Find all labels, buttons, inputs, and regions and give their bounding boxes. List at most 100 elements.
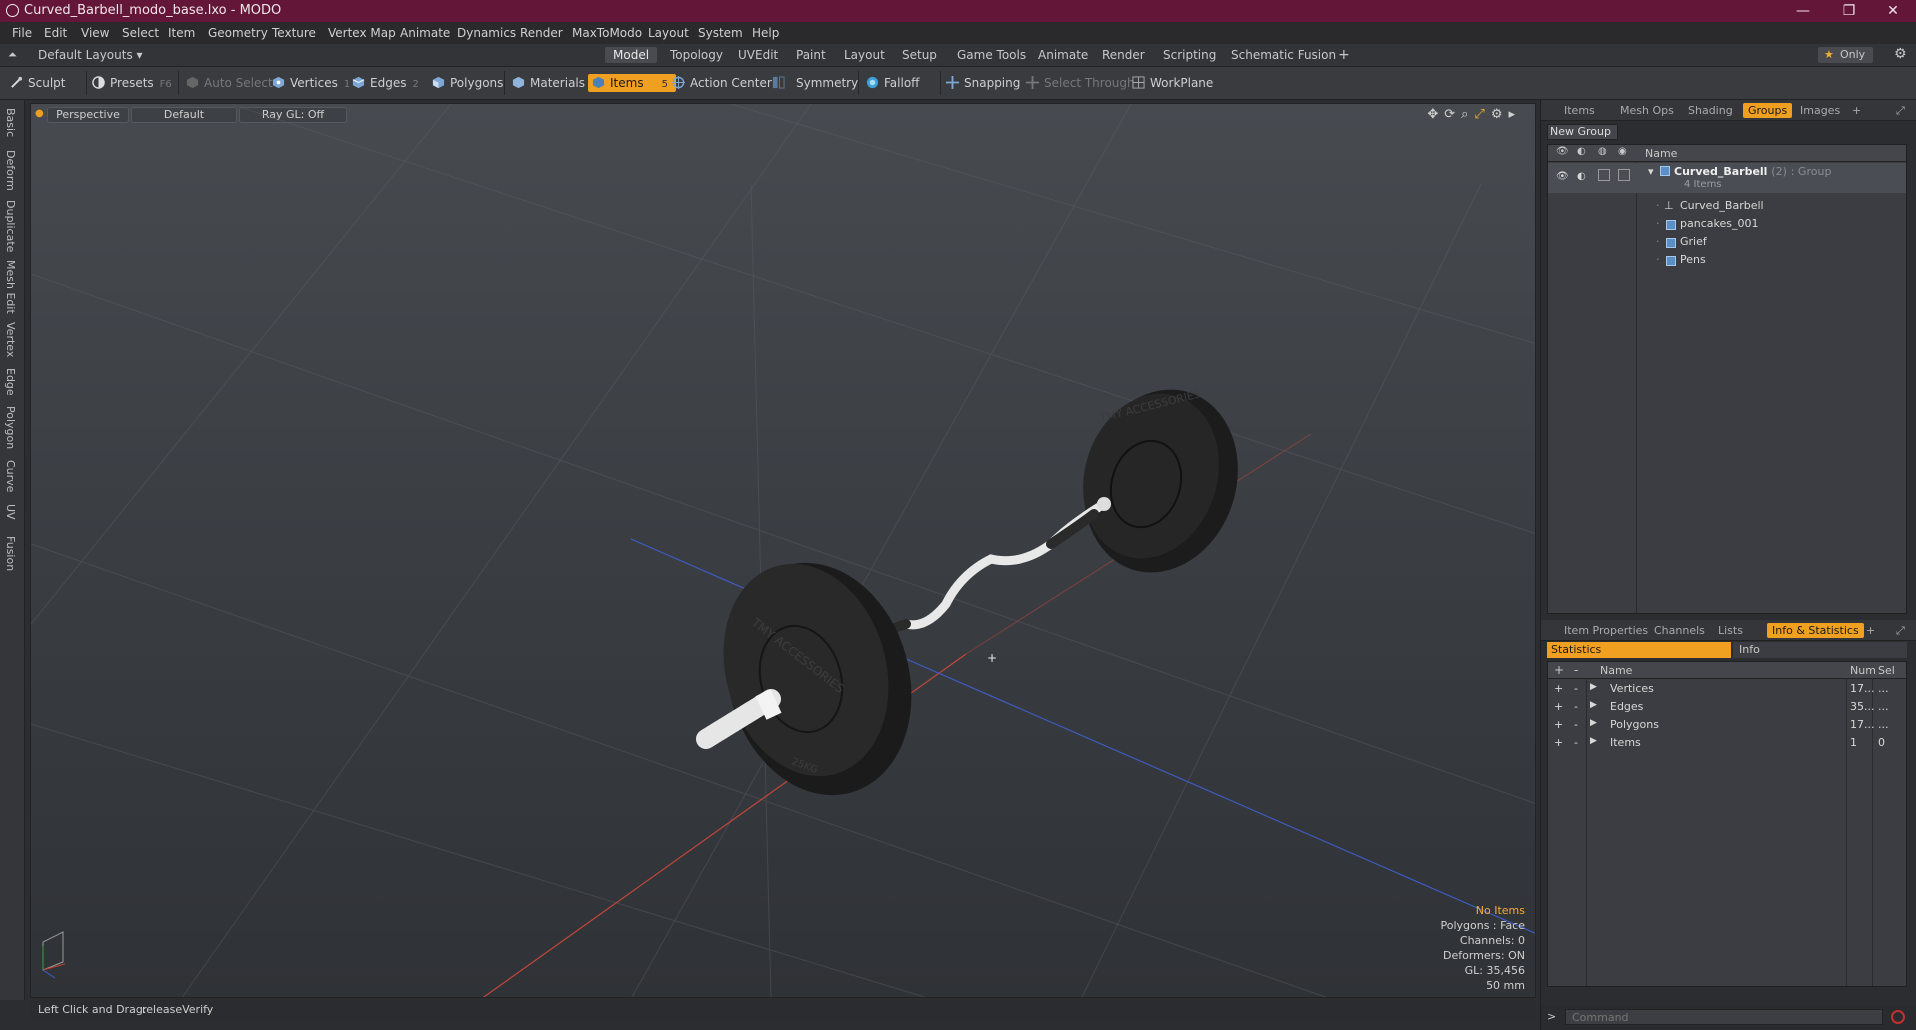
tab-scripting[interactable]: Scripting bbox=[1155, 47, 1224, 63]
vtab-basic[interactable]: Basic bbox=[4, 108, 17, 137]
menu-vertex-map[interactable]: Vertex Map bbox=[328, 26, 396, 40]
stat-row-items[interactable]: + - ▶ Items 1 0 bbox=[1548, 734, 1906, 752]
menu-help[interactable]: Help bbox=[752, 26, 779, 40]
menu-view[interactable]: View bbox=[81, 26, 109, 40]
presets-button[interactable]: Presets F6 bbox=[92, 74, 172, 92]
vtab-edge[interactable]: Edge bbox=[4, 368, 17, 396]
tab-mesh-ops[interactable]: Mesh Ops bbox=[1615, 103, 1679, 118]
tab-model[interactable]: Model bbox=[605, 47, 658, 63]
menu-file[interactable]: File bbox=[12, 26, 32, 40]
vtab-polygon[interactable]: Polygon bbox=[4, 406, 17, 449]
only-toggle[interactable]: ★ Only bbox=[1818, 47, 1874, 63]
menu-system[interactable]: System bbox=[698, 26, 743, 40]
menu-dynamics[interactable]: Dynamics bbox=[457, 26, 516, 40]
stat-row-edges[interactable]: + - ▶ Edges 35... ... bbox=[1548, 698, 1906, 716]
menu-layout[interactable]: Layout bbox=[648, 26, 689, 40]
group-item-pancakes[interactable]: · pancakes_001 bbox=[1548, 215, 1906, 233]
tab-info-statistics[interactable]: Info & Statistics bbox=[1767, 623, 1864, 638]
expand-arrow-icon[interactable]: ▶ bbox=[1590, 718, 1597, 728]
add-panel-tab[interactable]: + bbox=[1847, 103, 1866, 118]
panel-expand-icon[interactable]: ⤢ bbox=[1891, 103, 1910, 118]
remove-stat-button[interactable]: - bbox=[1574, 700, 1578, 713]
menu-select[interactable]: Select bbox=[122, 26, 159, 40]
tab-game-tools[interactable]: Game Tools bbox=[949, 47, 1034, 63]
group-render-icon[interactable]: ◐ bbox=[1577, 171, 1586, 182]
layout-menu-icon[interactable]: ⏶ bbox=[8, 48, 17, 62]
tab-schematic-fusion[interactable]: Schematic Fusion bbox=[1223, 47, 1344, 63]
tab-render[interactable]: Render bbox=[1094, 47, 1153, 63]
vtab-fusion[interactable]: Fusion bbox=[4, 536, 17, 571]
subtab-statistics[interactable]: Statistics bbox=[1547, 642, 1731, 658]
tab-images[interactable]: Images bbox=[1795, 103, 1845, 118]
vtab-vertex[interactable]: Vertex bbox=[4, 322, 17, 357]
vtab-deform[interactable]: Deform bbox=[4, 150, 17, 191]
workplane-button[interactable]: WorkPlane bbox=[1132, 74, 1213, 92]
remove-stat-button[interactable]: - bbox=[1574, 682, 1578, 695]
add-stat-button[interactable]: + bbox=[1554, 682, 1563, 695]
panel-expand-icon[interactable]: ⤢ bbox=[1891, 623, 1910, 638]
falloff-button[interactable]: Falloff bbox=[866, 74, 919, 92]
add-panel-tab[interactable]: + bbox=[1861, 623, 1880, 638]
default-layouts-dropdown[interactable]: Default Layouts ▾ bbox=[38, 48, 143, 62]
tab-topology[interactable]: Topology bbox=[662, 47, 731, 63]
close-button[interactable]: ✕ bbox=[1870, 0, 1916, 22]
menu-item[interactable]: Item bbox=[168, 26, 195, 40]
vtab-curve[interactable]: Curve bbox=[4, 460, 17, 492]
tab-item-properties[interactable]: Item Properties bbox=[1559, 623, 1653, 638]
group-expand-icon[interactable]: ▾ bbox=[1648, 165, 1654, 178]
new-group-button[interactable]: New Group bbox=[1547, 124, 1618, 140]
tab-setup[interactable]: Setup bbox=[894, 47, 945, 63]
tab-paint[interactable]: Paint bbox=[788, 47, 834, 63]
items-button[interactable]: Items 5 bbox=[588, 74, 676, 92]
menu-render[interactable]: Render bbox=[520, 26, 563, 40]
maximize-button[interactable]: ❐ bbox=[1826, 0, 1872, 22]
menu-geometry[interactable]: Geometry bbox=[208, 26, 268, 40]
gear-icon[interactable]: ⚙ bbox=[1894, 46, 1907, 62]
add-stat-button[interactable]: + bbox=[1554, 718, 1563, 731]
tab-items[interactable]: Items bbox=[1559, 103, 1600, 118]
record-icon[interactable] bbox=[1891, 1010, 1905, 1024]
add-stat-button[interactable]: + bbox=[1554, 700, 1563, 713]
subtab-info[interactable]: Info bbox=[1733, 642, 1907, 658]
tab-uvedit[interactable]: UVEdit bbox=[730, 47, 786, 63]
group-visibility-icon[interactable]: 👁 bbox=[1556, 171, 1569, 182]
snapping-button[interactable]: Snapping bbox=[946, 74, 1020, 92]
tab-animate[interactable]: Animate bbox=[1030, 47, 1096, 63]
add-stat-button[interactable]: + bbox=[1554, 736, 1563, 749]
materials-button[interactable]: Materials bbox=[512, 74, 585, 92]
polygons-button[interactable]: Polygons bbox=[432, 74, 503, 92]
command-input[interactable] bbox=[1565, 1009, 1883, 1025]
symmetry-button[interactable]: Symmetry bbox=[772, 74, 858, 92]
vertices-button[interactable]: Vertices 1 bbox=[272, 74, 350, 92]
tab-lists[interactable]: Lists bbox=[1713, 623, 1748, 638]
sculpt-button[interactable]: Sculpt bbox=[10, 74, 65, 92]
tab-channels[interactable]: Channels bbox=[1649, 623, 1710, 638]
tab-shading[interactable]: Shading bbox=[1683, 103, 1738, 118]
group-select-checkbox[interactable] bbox=[1618, 169, 1630, 181]
3d-viewport[interactable]: ● Perspective Default Ray GL: Off ✥⟳⌕⤢⚙▸… bbox=[30, 103, 1536, 998]
tab-layout[interactable]: Layout bbox=[836, 47, 893, 63]
select-through-button[interactable]: Select Through bbox=[1026, 74, 1135, 92]
menu-maxtomodo[interactable]: MaxToModo bbox=[572, 26, 642, 40]
minimize-button[interactable]: — bbox=[1780, 0, 1826, 22]
vtab-uv[interactable]: UV bbox=[4, 504, 17, 520]
add-tab-button[interactable]: + bbox=[1330, 47, 1358, 63]
group-lock-checkbox[interactable] bbox=[1598, 169, 1610, 181]
stat-row-polygons[interactable]: + - ▶ Polygons 17... ... bbox=[1548, 716, 1906, 734]
expand-arrow-icon[interactable]: ▶ bbox=[1590, 736, 1597, 746]
expand-arrow-icon[interactable]: ▶ bbox=[1590, 682, 1597, 692]
edges-button[interactable]: Edges 2 bbox=[352, 74, 419, 92]
group-item-grief[interactable]: · Grief bbox=[1548, 233, 1906, 251]
remove-stat-button[interactable]: - bbox=[1574, 718, 1578, 731]
vtab-duplicate[interactable]: Duplicate bbox=[4, 200, 17, 252]
menu-texture[interactable]: Texture bbox=[272, 26, 316, 40]
tab-groups[interactable]: Groups bbox=[1743, 103, 1793, 118]
vtab-mesh-edit[interactable]: Mesh Edit bbox=[4, 260, 17, 314]
action-center-button[interactable]: Action Center bbox=[672, 74, 772, 92]
remove-stat-button[interactable]: - bbox=[1574, 736, 1578, 749]
menu-animate[interactable]: Animate bbox=[400, 26, 450, 40]
group-item-pens[interactable]: · Pens bbox=[1548, 251, 1906, 269]
group-item-curved-barbell[interactable]: · ⊥ Curved_Barbell bbox=[1548, 197, 1906, 215]
auto-select-button[interactable]: Auto Select bbox=[186, 74, 273, 92]
expand-arrow-icon[interactable]: ▶ bbox=[1590, 700, 1597, 710]
